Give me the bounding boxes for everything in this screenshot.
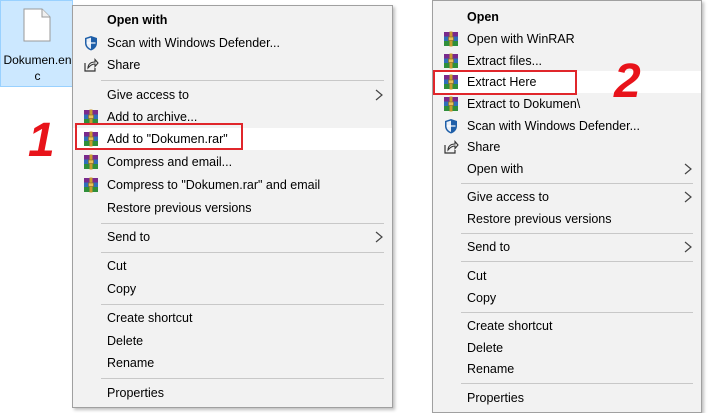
blank-document-icon: [23, 8, 51, 42]
menu-item-label: Open with WinRAR: [467, 32, 575, 46]
menu-item-label: Scan with Windows Defender...: [107, 36, 280, 50]
menu-separator: [461, 383, 693, 384]
step1-highlight-box: [75, 123, 243, 150]
menu-item-copy[interactable]: Copy: [433, 287, 701, 309]
menu-item-label: Compress to "Dokumen.rar" and email: [107, 178, 321, 192]
menu-item-open-winrar[interactable]: Open with WinRAR: [433, 28, 701, 50]
menu-item-label: Cut: [467, 269, 487, 283]
menu-separator: [101, 223, 384, 224]
menu-item-label: Delete: [467, 341, 504, 355]
menu-item-label: Extract to Dokumen\: [467, 97, 581, 111]
windows-defender-shield-icon: [84, 35, 98, 51]
menu-item-give-access[interactable]: Give access to: [433, 186, 701, 208]
menu-item-compress-rar-email[interactable]: Compress to "Dokumen.rar" and email: [73, 174, 392, 196]
menu-item-create-shortcut[interactable]: Create shortcut: [433, 315, 701, 337]
context-menu-archive: Open Open with WinRAR Extract files... E…: [432, 0, 702, 413]
menu-item-extract-to[interactable]: Extract to Dokumen\: [433, 93, 701, 115]
menu-item-rename[interactable]: Rename: [433, 358, 701, 380]
menu-item-label: Send to: [107, 230, 151, 244]
menu-item-scan-defender[interactable]: Scan with Windows Defender...: [73, 32, 392, 54]
menu-item-give-access[interactable]: Give access to: [73, 84, 392, 106]
menu-item-label: Open: [467, 10, 499, 24]
menu-item-properties[interactable]: Properties: [73, 382, 392, 404]
menu-item-label: Give access to: [467, 190, 549, 204]
step-number-1: 1: [28, 114, 55, 167]
menu-item-label: Cut: [107, 259, 127, 273]
menu-item-label: Delete: [107, 334, 144, 348]
menu-item-scan-defender[interactable]: Scan with Windows Defender...: [433, 115, 701, 137]
menu-item-open-with[interactable]: Open with: [433, 158, 701, 180]
selected-file[interactable]: Dokumen.enc: [0, 0, 73, 87]
chevron-right-icon: [375, 231, 383, 243]
menu-item-compress-email[interactable]: Compress and email...: [73, 151, 392, 173]
menu-item-extract-files[interactable]: Extract files...: [433, 50, 701, 72]
menu-separator: [101, 304, 384, 305]
menu-item-delete[interactable]: Delete: [433, 337, 701, 359]
menu-separator: [461, 261, 693, 262]
menu-item-share[interactable]: Share: [433, 136, 701, 158]
menu-item-open-with[interactable]: Open with: [73, 9, 392, 31]
menu-separator: [461, 183, 693, 184]
menu-item-label: Create shortcut: [107, 311, 193, 325]
menu-item-label: Extract files...: [467, 54, 543, 68]
menu-item-label: Rename: [467, 362, 515, 376]
menu-separator: [101, 252, 384, 253]
menu-item-label: Send to: [467, 240, 511, 254]
winrar-icon: [83, 154, 99, 170]
menu-item-label: Scan with Windows Defender...: [467, 119, 640, 133]
file-name: Dokumen.enc: [3, 53, 72, 83]
menu-item-delete[interactable]: Delete: [73, 330, 392, 352]
menu-separator: [101, 80, 384, 81]
menu-item-label: Copy: [467, 291, 497, 305]
menu-separator: [461, 233, 693, 234]
context-menu-file: Open with Scan with Windows Defender... …: [72, 5, 393, 408]
chevron-right-icon: [684, 163, 692, 175]
share-icon: [444, 140, 459, 154]
menu-item-copy[interactable]: Copy: [73, 278, 392, 300]
winrar-icon: [443, 53, 459, 69]
winrar-icon: [443, 96, 459, 112]
chevron-right-icon: [684, 191, 692, 203]
share-icon: [84, 58, 99, 72]
menu-item-label: Open with: [467, 162, 524, 176]
menu-item-cut[interactable]: Cut: [433, 265, 701, 287]
winrar-icon: [83, 177, 99, 193]
step-number-2: 2: [614, 55, 641, 108]
menu-item-label: Rename: [107, 356, 155, 370]
menu-item-label: Restore previous versions: [107, 201, 252, 215]
menu-item-label: Give access to: [107, 88, 189, 102]
chevron-right-icon: [375, 89, 383, 101]
menu-item-send-to[interactable]: Send to: [433, 236, 701, 258]
step2-highlight-box: [433, 70, 577, 95]
menu-item-label: Copy: [107, 282, 137, 296]
menu-item-label: Open with: [107, 13, 168, 27]
menu-item-properties[interactable]: Properties: [433, 387, 701, 409]
windows-defender-shield-icon: [444, 118, 458, 134]
menu-item-label: Properties: [467, 391, 524, 405]
winrar-icon: [443, 31, 459, 47]
menu-item-restore-versions[interactable]: Restore previous versions: [433, 208, 701, 230]
menu-item-rename[interactable]: Rename: [73, 352, 392, 374]
menu-item-label: Properties: [107, 386, 164, 400]
menu-item-label: Share: [467, 140, 501, 154]
chevron-right-icon: [684, 241, 692, 253]
menu-item-share[interactable]: Share: [73, 54, 392, 76]
menu-separator: [461, 312, 693, 313]
menu-item-create-shortcut[interactable]: Create shortcut: [73, 307, 392, 329]
menu-item-restore-versions[interactable]: Restore previous versions: [73, 197, 392, 219]
menu-item-label: Share: [107, 58, 141, 72]
menu-separator: [101, 378, 384, 379]
menu-item-open[interactable]: Open: [433, 6, 701, 28]
menu-item-send-to[interactable]: Send to: [73, 226, 392, 248]
menu-item-cut[interactable]: Cut: [73, 255, 392, 277]
menu-item-label: Create shortcut: [467, 319, 553, 333]
menu-item-label: Restore previous versions: [467, 212, 612, 226]
menu-item-label: Compress and email...: [107, 155, 233, 169]
